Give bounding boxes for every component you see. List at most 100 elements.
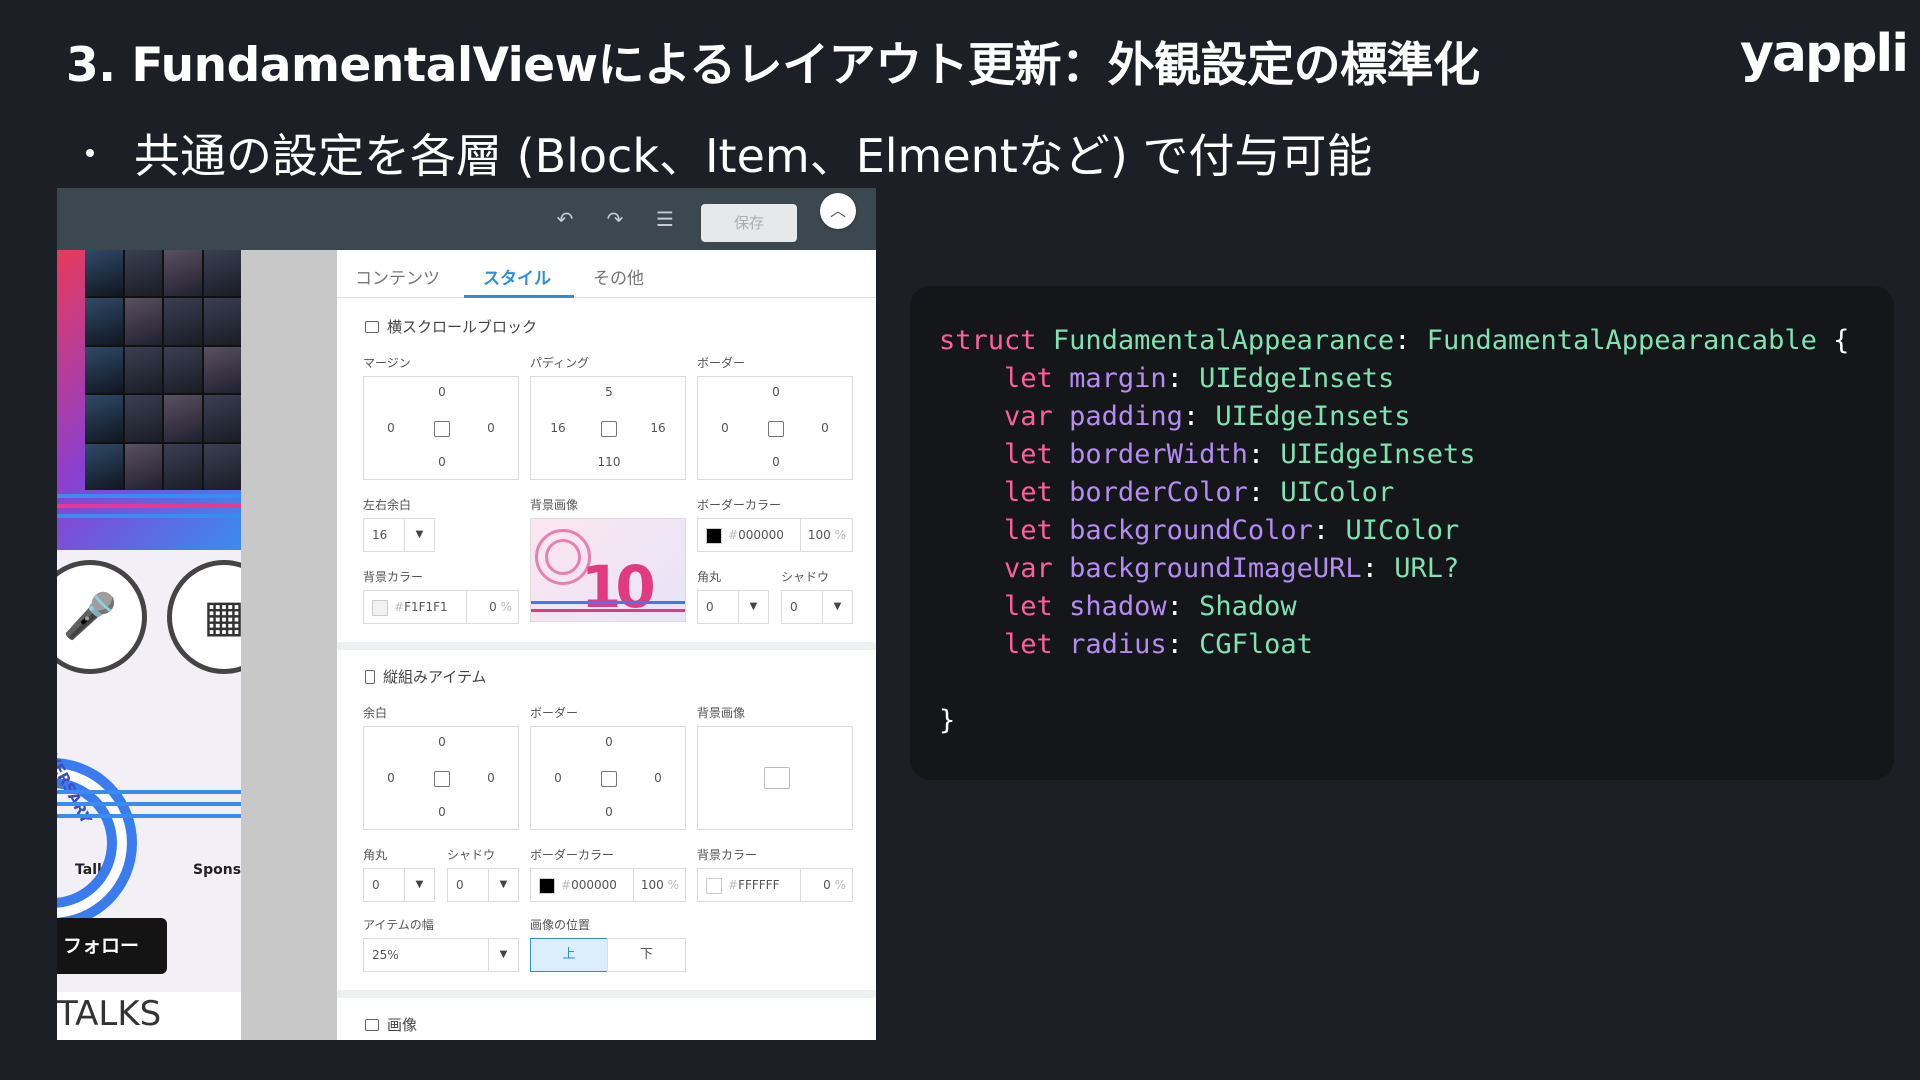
spacing-bottom[interactable]: 0 bbox=[427, 805, 457, 819]
item-border-right[interactable]: 0 bbox=[643, 771, 673, 785]
code-property-type: UIEdgeInsets bbox=[1215, 401, 1411, 432]
tab-other[interactable]: その他 bbox=[593, 264, 644, 289]
margin-bottom[interactable]: 0 bbox=[427, 455, 457, 469]
code-property-name: padding bbox=[1069, 401, 1183, 432]
percent-suffix: % bbox=[500, 600, 512, 614]
image-position-label: 画像の位置 bbox=[530, 918, 591, 932]
side-margin-value: 16 bbox=[372, 528, 388, 542]
sponsor-label: Sponso bbox=[193, 862, 241, 878]
sliders-icon[interactable]: ☰ bbox=[653, 208, 677, 230]
item-width-select[interactable]: 25% ▼ bbox=[363, 938, 519, 972]
color-swatch[interactable] bbox=[706, 878, 722, 894]
item-section-title: 縦組みアイテム bbox=[383, 668, 487, 686]
code-property-type: CGFloat bbox=[1199, 629, 1313, 660]
spacing-right[interactable]: 0 bbox=[476, 771, 506, 785]
padding-label: パディング bbox=[530, 356, 590, 370]
image-position-top-button[interactable]: 上 bbox=[530, 938, 608, 972]
bg-color-opacity: 0 bbox=[489, 600, 497, 614]
color-swatch[interactable] bbox=[706, 528, 722, 544]
item-shadow-select[interactable]: 0 ▼ bbox=[447, 868, 519, 902]
border-top[interactable]: 0 bbox=[761, 385, 791, 399]
code-keyword: let bbox=[1004, 439, 1053, 470]
item-bg-color-hex: FFFFFF bbox=[738, 878, 780, 892]
padding-right[interactable]: 16 bbox=[643, 421, 673, 435]
code-line: var padding: UIEdgeInsets bbox=[1004, 401, 1411, 432]
code-property-name: backgroundColor bbox=[1069, 515, 1313, 546]
bg-color-field[interactable]: #F1F1F1 0 % bbox=[363, 590, 519, 624]
stripe-decoration bbox=[531, 601, 685, 604]
item-border-left[interactable]: 0 bbox=[543, 771, 573, 785]
item-border-bottom[interactable]: 0 bbox=[594, 805, 624, 819]
border-left[interactable]: 0 bbox=[710, 421, 740, 435]
side-margin-select[interactable]: 16 ▼ bbox=[363, 518, 435, 552]
code-line: let borderWidth: UIEdgeInsets bbox=[1004, 439, 1476, 470]
spacing-label: 余白 bbox=[363, 706, 388, 720]
radius-select[interactable]: 0 ▼ bbox=[697, 590, 769, 624]
padding-left[interactable]: 16 bbox=[543, 421, 573, 435]
padding-bottom[interactable]: 110 bbox=[594, 455, 624, 469]
item-radius-value: 0 bbox=[372, 878, 380, 892]
undo-icon[interactable]: ↶ bbox=[553, 208, 577, 230]
margin-right[interactable]: 0 bbox=[476, 421, 506, 435]
spacing-box: 0 0 0 0 bbox=[363, 726, 519, 830]
hash-prefix: # bbox=[728, 878, 739, 892]
code-panel: struct FundamentalAppearance: Fundamenta… bbox=[910, 286, 1894, 780]
border-color-field[interactable]: #000000 100 % bbox=[697, 518, 853, 552]
margin-label: マージン bbox=[363, 356, 411, 370]
editor-toolbar: ↶ ↷ ☰ 保存 ︿ bbox=[57, 188, 876, 250]
code-keyword: let bbox=[1004, 515, 1053, 546]
item-border-top[interactable]: 0 bbox=[594, 735, 624, 749]
border-bottom[interactable]: 0 bbox=[761, 455, 791, 469]
bullet-text: 共通の設定を各層 (Block、Item、Elmentなど) で付与可能 bbox=[134, 129, 1373, 183]
chevron-up-icon[interactable]: ︿ bbox=[820, 193, 856, 229]
margin-top[interactable]: 0 bbox=[427, 385, 457, 399]
chevron-down-icon: ▼ bbox=[488, 869, 518, 901]
talks-circle-button[interactable]: 🎤 bbox=[57, 560, 147, 674]
tab-style[interactable]: スタイル bbox=[483, 264, 551, 289]
hash-prefix: # bbox=[394, 600, 405, 614]
border-label: ボーダー bbox=[697, 356, 746, 370]
border-color-opacity: 100 bbox=[807, 528, 831, 542]
preview-gutter bbox=[241, 250, 337, 1040]
item-border-color-field[interactable]: #000000 100 % bbox=[530, 868, 686, 902]
bg-color-hex: F1F1F1 bbox=[404, 600, 448, 614]
color-swatch[interactable] bbox=[372, 600, 388, 616]
margin-box: 0 0 0 0 bbox=[363, 376, 519, 480]
border-box: 0 0 0 0 bbox=[697, 376, 853, 480]
code-property-name: backgroundImageURL bbox=[1069, 553, 1362, 584]
padding-top[interactable]: 5 bbox=[594, 385, 624, 399]
item-width-label: アイテムの幅 bbox=[363, 918, 434, 932]
spacing-left[interactable]: 0 bbox=[376, 771, 406, 785]
talks-heading: TALKS bbox=[57, 994, 162, 1034]
item-shadow-value: 0 bbox=[456, 878, 464, 892]
margin-left[interactable]: 0 bbox=[376, 421, 406, 435]
sponsor-circle-button[interactable]: ▦ bbox=[167, 560, 241, 674]
shadow-select[interactable]: 0 ▼ bbox=[781, 590, 853, 624]
border-right[interactable]: 0 bbox=[810, 421, 840, 435]
item-radius-label: 角丸 bbox=[363, 848, 388, 862]
image-section-title: 画像 bbox=[387, 1016, 418, 1034]
bg-image-label: 背景画像 bbox=[530, 498, 579, 512]
item-radius-select[interactable]: 0 ▼ bbox=[363, 868, 435, 902]
spacing-top[interactable]: 0 bbox=[427, 735, 457, 749]
follow-button[interactable]: フォロー bbox=[57, 918, 167, 974]
redo-icon[interactable]: ↷ bbox=[603, 208, 627, 230]
code-property-type: Shadow bbox=[1199, 591, 1297, 622]
radius-label: 角丸 bbox=[697, 570, 722, 584]
border-color-hex: 000000 bbox=[738, 528, 784, 542]
save-button[interactable]: 保存 bbox=[701, 204, 797, 242]
image-position-bottom-button[interactable]: 下 bbox=[607, 938, 686, 972]
swift-code: struct FundamentalAppearance: Fundamenta… bbox=[939, 325, 1850, 736]
color-swatch[interactable] bbox=[539, 878, 555, 894]
hash-prefix: # bbox=[561, 878, 572, 892]
item-bg-color-field[interactable]: #FFFFFF 0 % bbox=[697, 868, 853, 902]
editor-tabs: コンテンツ スタイル その他 bbox=[337, 250, 876, 298]
item-bg-image-picker[interactable] bbox=[697, 726, 853, 830]
bg-image-thumbnail[interactable]: 10 bbox=[530, 518, 686, 622]
tab-contents[interactable]: コンテンツ bbox=[355, 264, 440, 289]
item-border-color-label: ボーダーカラー bbox=[530, 848, 615, 862]
section-divider bbox=[337, 990, 876, 998]
bullet-dot-icon bbox=[86, 149, 94, 157]
preview-stripe bbox=[57, 514, 241, 518]
code-keyword: let bbox=[1004, 477, 1053, 508]
